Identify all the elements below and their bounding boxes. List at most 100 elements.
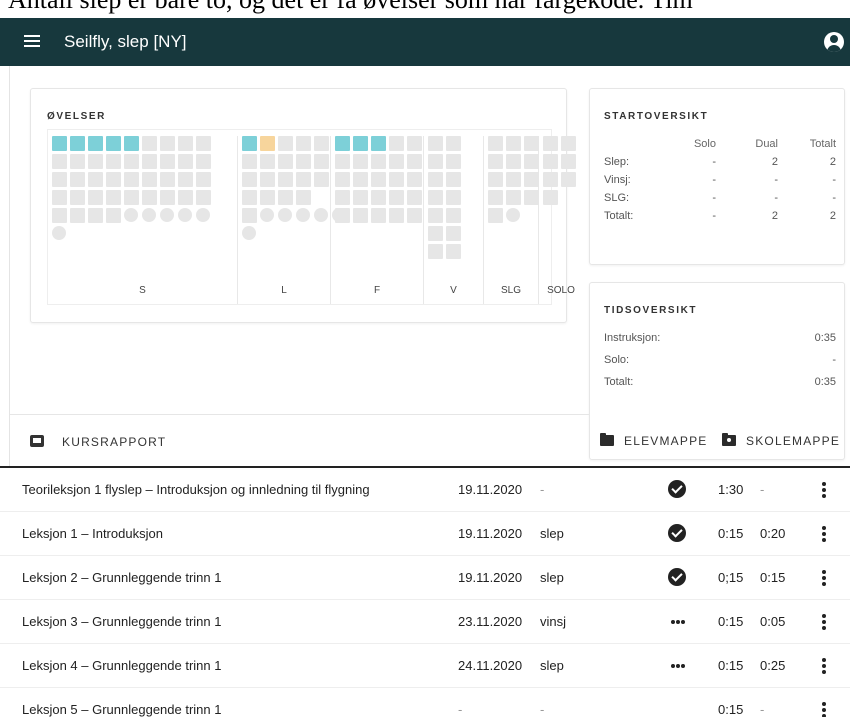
exercise-square[interactable]: [296, 172, 311, 187]
skolemappe-button[interactable]: SKOLEMAPPE: [722, 433, 840, 448]
exercise-square[interactable]: [314, 172, 329, 187]
exercise-square[interactable]: [446, 208, 461, 223]
exercise-square[interactable]: [353, 172, 368, 187]
exercise-square[interactable]: [278, 190, 293, 205]
exercise-square[interactable]: [260, 136, 275, 151]
lesson-row[interactable]: Leksjon 4 – Grunnleggende trinn 1 24.11.2…: [0, 644, 850, 688]
exercise-square[interactable]: [106, 208, 121, 223]
exercise-square[interactable]: [371, 154, 386, 169]
exercise-square[interactable]: [488, 154, 503, 169]
kursrapport-button[interactable]: KURSRAPPORT: [62, 435, 166, 449]
exercise-square[interactable]: [106, 154, 121, 169]
exercise-dot[interactable]: [196, 208, 210, 222]
exercise-square[interactable]: [335, 190, 350, 205]
elevmappe-button[interactable]: ELEVMAPPE: [600, 433, 708, 448]
kebab-menu-icon[interactable]: [820, 700, 828, 717]
exercise-square[interactable]: [543, 172, 558, 187]
kebab-menu-icon[interactable]: [820, 480, 828, 500]
exercise-square[interactable]: [353, 208, 368, 223]
exercise-square[interactable]: [278, 154, 293, 169]
exercise-square[interactable]: [196, 172, 211, 187]
exercise-square[interactable]: [389, 136, 404, 151]
exercise-square[interactable]: [353, 136, 368, 151]
exercise-square[interactable]: [260, 154, 275, 169]
exercise-square[interactable]: [428, 226, 443, 241]
exercise-square[interactable]: [106, 172, 121, 187]
exercise-square[interactable]: [124, 172, 139, 187]
exercise-square[interactable]: [106, 136, 121, 151]
exercise-square[interactable]: [488, 208, 503, 223]
exercise-square[interactable]: [543, 190, 558, 205]
exercise-square[interactable]: [371, 136, 386, 151]
lesson-row[interactable]: Leksjon 5 – Grunnleggende trinn 1 - - 0:15 -: [0, 688, 850, 717]
exercise-square[interactable]: [371, 172, 386, 187]
exercise-square[interactable]: [428, 208, 443, 223]
exercise-square[interactable]: [561, 154, 576, 169]
exercise-square[interactable]: [407, 208, 422, 223]
account-icon[interactable]: [824, 32, 844, 52]
exercise-dot[interactable]: [160, 208, 174, 222]
exercise-square[interactable]: [242, 190, 257, 205]
exercise-square[interactable]: [260, 172, 275, 187]
exercise-square[interactable]: [407, 190, 422, 205]
exercise-square[interactable]: [124, 154, 139, 169]
exercise-square[interactable]: [561, 136, 576, 151]
exercise-square[interactable]: [389, 154, 404, 169]
exercise-square[interactable]: [88, 136, 103, 151]
exercise-square[interactable]: [296, 154, 311, 169]
exercise-square[interactable]: [124, 190, 139, 205]
exercise-dot[interactable]: [178, 208, 192, 222]
exercise-square[interactable]: [142, 154, 157, 169]
lesson-row[interactable]: Leksjon 2 – Grunnleggende trinn 1 19.11.2…: [0, 556, 850, 600]
exercise-square[interactable]: [446, 226, 461, 241]
exercise-square[interactable]: [335, 172, 350, 187]
exercise-square[interactable]: [196, 154, 211, 169]
exercise-square[interactable]: [142, 190, 157, 205]
exercise-square[interactable]: [296, 190, 311, 205]
exercise-dot[interactable]: [296, 208, 310, 222]
exercise-square[interactable]: [371, 208, 386, 223]
exercise-square[interactable]: [160, 154, 175, 169]
exercise-square[interactable]: [52, 190, 67, 205]
exercise-square[interactable]: [160, 136, 175, 151]
exercise-square[interactable]: [160, 172, 175, 187]
kebab-menu-icon[interactable]: [820, 656, 828, 676]
exercise-square[interactable]: [88, 190, 103, 205]
exercise-square[interactable]: [446, 154, 461, 169]
exercise-square[interactable]: [178, 136, 193, 151]
exercise-square[interactable]: [428, 136, 443, 151]
exercise-square[interactable]: [314, 154, 329, 169]
exercise-square[interactable]: [52, 172, 67, 187]
exercise-square[interactable]: [446, 244, 461, 259]
exercise-square[interactable]: [407, 136, 422, 151]
exercise-square[interactable]: [506, 172, 521, 187]
exercise-square[interactable]: [52, 208, 67, 223]
exercise-square[interactable]: [196, 136, 211, 151]
exercise-square[interactable]: [488, 172, 503, 187]
exercise-square[interactable]: [407, 154, 422, 169]
exercise-square[interactable]: [389, 172, 404, 187]
exercise-square[interactable]: [389, 190, 404, 205]
exercise-square[interactable]: [278, 136, 293, 151]
exercise-square[interactable]: [296, 136, 311, 151]
exercise-dot[interactable]: [506, 208, 520, 222]
kebab-menu-icon[interactable]: [820, 524, 828, 544]
exercise-square[interactable]: [178, 154, 193, 169]
exercise-square[interactable]: [524, 136, 539, 151]
exercise-square[interactable]: [196, 190, 211, 205]
exercise-dot[interactable]: [124, 208, 138, 222]
exercise-square[interactable]: [52, 154, 67, 169]
exercise-square[interactable]: [543, 154, 558, 169]
exercise-square[interactable]: [88, 208, 103, 223]
exercise-square[interactable]: [242, 154, 257, 169]
exercise-square[interactable]: [70, 190, 85, 205]
exercise-square[interactable]: [314, 136, 329, 151]
exercise-square[interactable]: [428, 244, 443, 259]
exercise-square[interactable]: [142, 172, 157, 187]
exercise-square[interactable]: [242, 136, 257, 151]
exercise-dot[interactable]: [52, 226, 66, 240]
lesson-row[interactable]: Teorileksjon 1 flyslep – Introduksjon og…: [0, 468, 850, 512]
exercise-square[interactable]: [524, 154, 539, 169]
exercise-square[interactable]: [428, 190, 443, 205]
lesson-row[interactable]: Leksjon 1 – Introduksjon 19.11.2020 slep 0:…: [0, 512, 850, 556]
